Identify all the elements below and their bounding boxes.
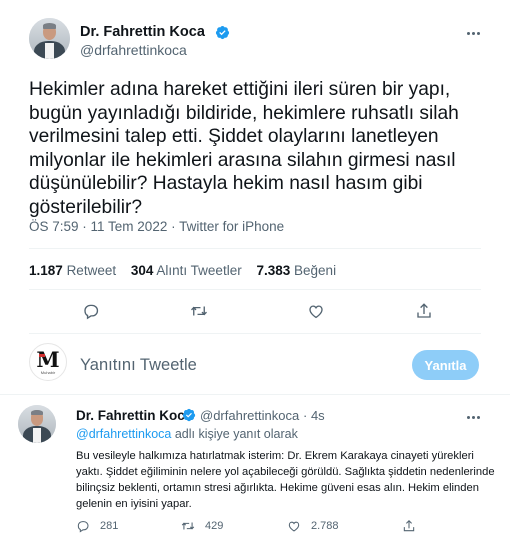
user-avatar[interactable]: M Muhabir xyxy=(29,343,67,381)
quotes-count[interactable]: 304 xyxy=(131,263,154,278)
more-options-icon[interactable] xyxy=(464,24,482,42)
avatar-letter: M xyxy=(36,347,60,372)
verified-badge-icon xyxy=(215,25,230,40)
share-button[interactable] xyxy=(413,300,435,322)
tweet-meta[interactable]: ÖS 7:59 · 11 Tem 2022 · Twitter for iPho… xyxy=(29,219,284,234)
reply-actions: 281 429 2.788 xyxy=(0,518,510,534)
like-icon xyxy=(309,305,323,319)
retweet-count: 429 xyxy=(205,520,224,532)
tweet-text: Hekimler adına hareket ettiğini ileri sü… xyxy=(29,79,459,218)
likes-label[interactable]: Beğeni xyxy=(294,263,336,278)
retweet-icon xyxy=(181,522,195,530)
share-icon xyxy=(403,520,415,532)
verified-badge-icon xyxy=(182,408,196,422)
reply-count: 281 xyxy=(100,520,119,532)
tweet-actions xyxy=(0,300,510,322)
divider xyxy=(29,248,481,249)
retweet-button[interactable] xyxy=(188,300,210,322)
replying-suffix: adlı kişiye yanıt olarak xyxy=(171,427,298,441)
reply-button[interactable] xyxy=(80,300,102,322)
reply-retweet-button[interactable]: 429 xyxy=(181,518,223,534)
author-name[interactable]: Dr. Fahrettin Koca xyxy=(80,24,205,40)
tweet-stats: 1.187 Retweet 304 Alıntı Tweetler 7.383 … xyxy=(29,263,347,278)
quotes-label[interactable]: Alıntı Tweetler xyxy=(156,263,241,278)
reply-time[interactable]: · 4s xyxy=(303,408,325,423)
more-options-icon[interactable] xyxy=(464,408,482,426)
like-button[interactable] xyxy=(305,300,327,322)
reply-share-button[interactable] xyxy=(402,518,426,534)
retweet-icon xyxy=(191,306,207,316)
divider xyxy=(29,333,481,334)
reply-author-name[interactable]: Dr. Fahrettin Koca xyxy=(76,408,192,423)
reply-author-handle[interactable]: @drfahrettinkoca xyxy=(200,408,299,423)
replying-to: @drfahrettinkoca adlı kişiye yanıt olara… xyxy=(76,427,298,441)
divider xyxy=(29,289,481,290)
share-icon xyxy=(417,303,431,318)
author-avatar[interactable] xyxy=(29,18,70,59)
reply-icon xyxy=(77,521,89,533)
reply-reply-button[interactable]: 281 xyxy=(76,518,118,534)
author-handle[interactable]: @drfahrettinkoca xyxy=(80,42,187,58)
logo-bar xyxy=(39,354,45,357)
likes-count[interactable]: 7.383 xyxy=(256,263,290,278)
reply-icon xyxy=(84,304,99,320)
retweets-count[interactable]: 1.187 xyxy=(29,263,63,278)
reply-text: Bu vesileyle halkımıza hatırlatmak ister… xyxy=(76,450,495,510)
reply-author-avatar[interactable] xyxy=(18,405,56,443)
retweets-label[interactable]: Retweet xyxy=(67,263,117,278)
replying-mention[interactable]: @drfahrettinkoca xyxy=(76,427,171,441)
divider xyxy=(0,394,510,395)
like-count: 2.788 xyxy=(311,520,339,532)
reply-input[interactable]: Yanıtını Tweetle xyxy=(80,356,197,375)
avatar-caption: Muhabir xyxy=(40,370,56,375)
reply-submit-button[interactable]: Yanıtla xyxy=(412,350,479,380)
reply-like-button[interactable]: 2.788 xyxy=(287,518,339,534)
like-icon xyxy=(288,521,300,532)
